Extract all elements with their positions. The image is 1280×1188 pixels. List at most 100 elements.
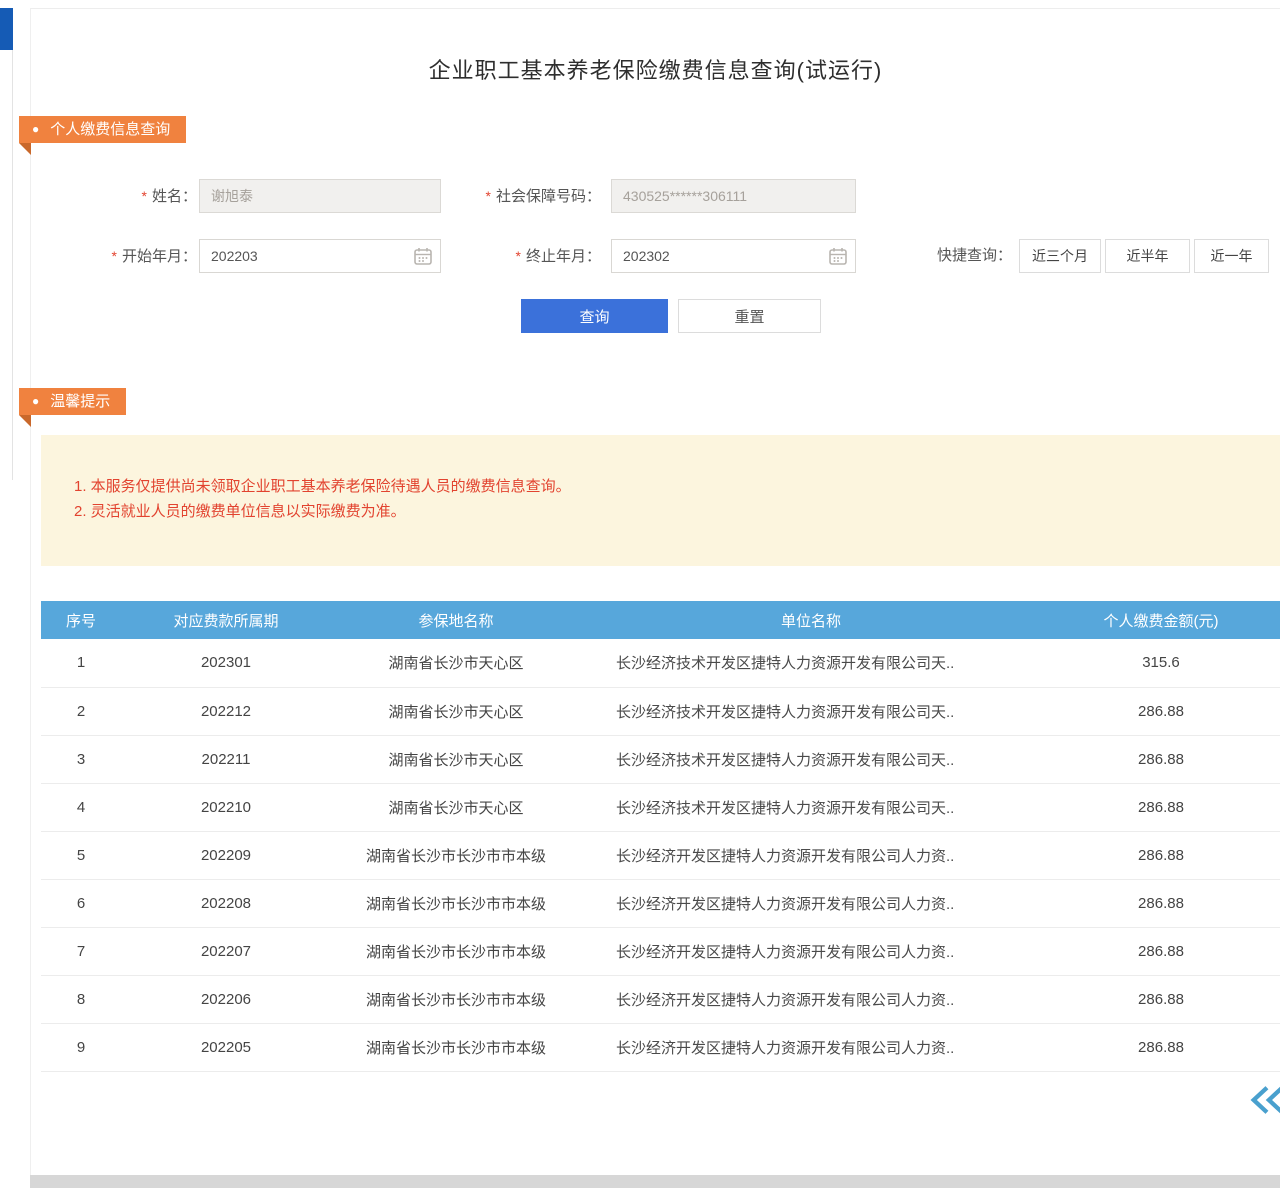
cell-period: 202209: [121, 831, 331, 879]
quick-button-last-half-year[interactable]: 近半年: [1105, 239, 1190, 273]
left-rail-divider: [12, 50, 13, 480]
cell-period: 202205: [121, 1023, 331, 1071]
cell-amount: 286.88: [1041, 735, 1280, 783]
quick-button-last-year[interactable]: 近一年: [1194, 239, 1269, 273]
cell-seq: 9: [41, 1023, 121, 1071]
cell-period: 202301: [121, 639, 331, 687]
reset-button[interactable]: 重置: [678, 299, 821, 333]
cell-insured-place: 湖南省长沙市长沙市市本级: [331, 927, 581, 975]
section-tag-label: 温馨提示: [50, 393, 110, 410]
table-row: 4 202210 湖南省长沙市天心区 长沙经济技术开发区捷特人力资源开发有限公司…: [41, 783, 1280, 831]
required-mark: *: [486, 188, 491, 204]
cell-period: 202207: [121, 927, 331, 975]
cell-insured-place: 湖南省长沙市天心区: [331, 735, 581, 783]
ribbon-fold: [19, 415, 31, 427]
query-button[interactable]: 查询: [521, 299, 668, 333]
section-tag-personal-payment-query: ● 个人缴费信息查询: [19, 116, 186, 143]
required-mark: *: [516, 248, 521, 264]
cell-period: 202206: [121, 975, 331, 1023]
cell-amount: 286.88: [1041, 687, 1280, 735]
sidebar-corner-tab[interactable]: [0, 8, 13, 50]
tips-notice-box: 1. 本服务仅提供尚未领取企业职工基本养老保险待遇人员的缴费信息查询。 2. 灵…: [41, 435, 1280, 566]
end-month-field[interactable]: [611, 239, 856, 273]
ssn-field: [611, 179, 856, 213]
table-row: 2 202212 湖南省长沙市天心区 长沙经济技术开发区捷特人力资源开发有限公司…: [41, 687, 1280, 735]
cell-insured-place: 湖南省长沙市长沙市市本级: [331, 831, 581, 879]
header-seq: 序号: [41, 601, 121, 639]
cell-employer: 长沙经济技术开发区捷特人力资源开发有限公司天..: [581, 639, 1041, 687]
cell-insured-place: 湖南省长沙市天心区: [331, 783, 581, 831]
cell-employer: 长沙经济开发区捷特人力资源开发有限公司人力资..: [581, 831, 1041, 879]
calendar-icon[interactable]: [828, 246, 848, 266]
start-month-field[interactable]: [199, 239, 441, 273]
cell-seq: 2: [41, 687, 121, 735]
quick-button-last-3-months[interactable]: 近三个月: [1019, 239, 1101, 273]
table-row: 8 202206 湖南省长沙市长沙市市本级 长沙经济开发区捷特人力资源开发有限公…: [41, 975, 1280, 1023]
cell-insured-place: 湖南省长沙市长沙市市本级: [331, 1023, 581, 1071]
start-month-label: *开始年月：: [71, 239, 197, 273]
cell-period: 202212: [121, 687, 331, 735]
cell-employer: 长沙经济开发区捷特人力资源开发有限公司人力资..: [581, 927, 1041, 975]
table-row: 6 202208 湖南省长沙市长沙市市本级 长沙经济开发区捷特人力资源开发有限公…: [41, 879, 1280, 927]
name-field: [199, 179, 441, 213]
cell-seq: 5: [41, 831, 121, 879]
cell-employer: 长沙经济开发区捷特人力资源开发有限公司人力资..: [581, 1023, 1041, 1071]
required-mark: *: [142, 188, 147, 204]
table-body: 1 202301 湖南省长沙市天心区 长沙经济技术开发区捷特人力资源开发有限公司…: [41, 639, 1280, 1071]
table-row: 9 202205 湖南省长沙市长沙市市本级 长沙经济开发区捷特人力资源开发有限公…: [41, 1023, 1280, 1071]
bottom-scrollbar-track[interactable]: [30, 1175, 1280, 1188]
cell-seq: 8: [41, 975, 121, 1023]
cell-amount: 286.88: [1041, 975, 1280, 1023]
cell-insured-place: 湖南省长沙市天心区: [331, 639, 581, 687]
table-header-row: 序号 对应费款所属期 参保地名称 单位名称 个人缴费金额(元): [41, 601, 1280, 639]
cell-employer: 长沙经济技术开发区捷特人力资源开发有限公司天..: [581, 735, 1041, 783]
quick-query-group: 近三个月 近半年 近一年: [1019, 239, 1269, 273]
cell-amount: 286.88: [1041, 1023, 1280, 1071]
ribbon-fold: [19, 143, 31, 155]
header-employer: 单位名称: [581, 601, 1041, 639]
cell-insured-place: 湖南省长沙市天心区: [331, 687, 581, 735]
bullet-icon: ●: [32, 388, 39, 415]
cell-amount: 315.6: [1041, 639, 1280, 687]
end-month-label: *终止年月：: [451, 239, 601, 273]
payment-results-table: 序号 对应费款所属期 参保地名称 单位名称 个人缴费金额(元) 1 202301…: [41, 601, 1280, 1072]
cell-seq: 7: [41, 927, 121, 975]
ssn-label: *社会保障号码：: [451, 179, 601, 213]
collapse-double-left-chevron-icon[interactable]: [1247, 1081, 1280, 1119]
cell-amount: 286.88: [1041, 831, 1280, 879]
bullet-icon: ●: [32, 116, 39, 143]
tip-line: 2. 灵活就业人员的缴费单位信息以实际缴费为准。: [74, 499, 1260, 524]
page-title: 企业职工基本养老保险缴费信息查询(试运行): [31, 53, 1280, 85]
cell-employer: 长沙经济开发区捷特人力资源开发有限公司人力资..: [581, 879, 1041, 927]
cell-period: 202211: [121, 735, 331, 783]
table-row: 3 202211 湖南省长沙市天心区 长沙经济技术开发区捷特人力资源开发有限公司…: [41, 735, 1280, 783]
table-row: 1 202301 湖南省长沙市天心区 长沙经济技术开发区捷特人力资源开发有限公司…: [41, 639, 1280, 687]
cell-amount: 286.88: [1041, 783, 1280, 831]
cell-employer: 长沙经济技术开发区捷特人力资源开发有限公司天..: [581, 783, 1041, 831]
cell-amount: 286.88: [1041, 927, 1280, 975]
cell-employer: 长沙经济技术开发区捷特人力资源开发有限公司天..: [581, 687, 1041, 735]
cell-insured-place: 湖南省长沙市长沙市市本级: [331, 879, 581, 927]
cell-seq: 4: [41, 783, 121, 831]
header-amount: 个人缴费金额(元): [1041, 601, 1280, 639]
cell-period: 202208: [121, 879, 331, 927]
section-tag-label: 个人缴费信息查询: [50, 121, 170, 138]
cell-seq: 1: [41, 639, 121, 687]
header-insured-place: 参保地名称: [331, 601, 581, 639]
tip-line: 1. 本服务仅提供尚未领取企业职工基本养老保险待遇人员的缴费信息查询。: [74, 474, 1260, 499]
cell-employer: 长沙经济开发区捷特人力资源开发有限公司人力资..: [581, 975, 1041, 1023]
calendar-icon[interactable]: [413, 246, 433, 266]
quick-query-label: 快捷查询：: [926, 239, 1012, 273]
required-mark: *: [112, 248, 117, 264]
cell-seq: 6: [41, 879, 121, 927]
cell-insured-place: 湖南省长沙市长沙市市本级: [331, 975, 581, 1023]
cell-period: 202210: [121, 783, 331, 831]
table-row: 7 202207 湖南省长沙市长沙市市本级 长沙经济开发区捷特人力资源开发有限公…: [41, 927, 1280, 975]
table-row: 5 202209 湖南省长沙市长沙市市本级 长沙经济开发区捷特人力资源开发有限公…: [41, 831, 1280, 879]
cell-seq: 3: [41, 735, 121, 783]
section-tag-tips: ● 温馨提示: [19, 388, 126, 415]
header-period: 对应费款所属期: [121, 601, 331, 639]
cell-amount: 286.88: [1041, 879, 1280, 927]
name-label: *姓名：: [71, 179, 197, 213]
main-panel: 企业职工基本养老保险缴费信息查询(试运行) ● 个人缴费信息查询 *姓名： *社会…: [30, 8, 1280, 1175]
